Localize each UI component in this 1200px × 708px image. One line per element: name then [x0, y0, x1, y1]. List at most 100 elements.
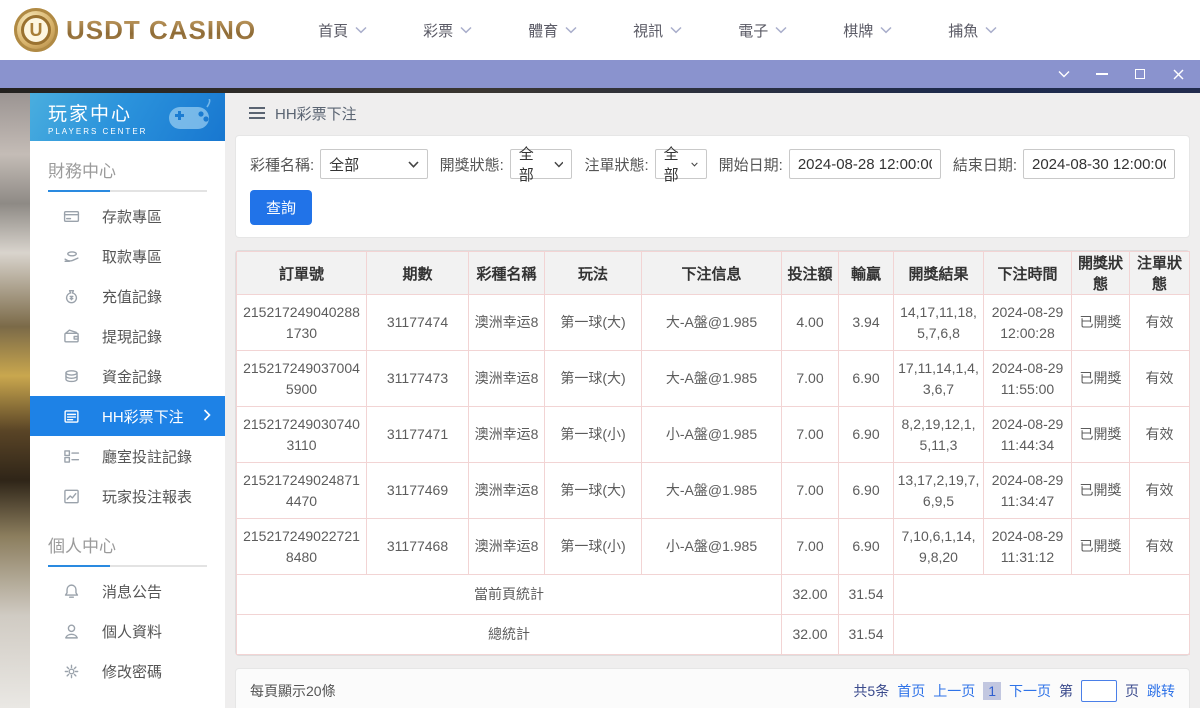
sidebar-item[interactable]: 修改密碼	[30, 651, 225, 691]
lottery-name-label: 彩種名稱:	[250, 154, 314, 175]
menu-toggle-icon[interactable]	[249, 107, 265, 119]
end-date-label: 結束日期:	[953, 154, 1017, 175]
breadcrumb: HH彩票下注	[235, 93, 1190, 133]
page-prefix-label: 第	[1059, 681, 1073, 701]
summary-row: 總統計32.0031.54	[237, 615, 1190, 655]
cell-lottery-name: 澳洲幸运8	[469, 295, 545, 351]
page-number-input[interactable]	[1081, 680, 1117, 702]
nav-item-1[interactable]: 首頁	[318, 20, 367, 41]
sidebar-item-label: 消息公告	[102, 581, 162, 602]
sidebar-item[interactable]: 玩家投注報表	[30, 476, 225, 516]
sidebar-item[interactable]: 消息公告	[30, 571, 225, 611]
cell-bet-amount: 4.00	[782, 295, 839, 351]
start-date-input[interactable]	[789, 149, 941, 179]
cell-order-id: 2152172490402881730	[237, 295, 367, 351]
sidebar-item-label: 廳室投註記錄	[102, 446, 192, 467]
cell-draw-result: 14,17,11,18,5,7,6,8	[894, 295, 984, 351]
background-wallpaper	[0, 93, 30, 708]
cell-order-status: 有效	[1130, 407, 1190, 463]
main-menu: 首頁 彩票 體育 視訊 電子 棋牌 捕魚	[318, 20, 997, 41]
page-suffix-label: 页	[1125, 681, 1139, 701]
nav-item-5[interactable]: 電子	[738, 20, 787, 41]
window-maximize-icon[interactable]	[1132, 66, 1148, 82]
cell-order-id: 2152172490370045900	[237, 351, 367, 407]
summary-bet-total: 32.00	[782, 615, 839, 655]
draw-status-select[interactable]: 全部	[510, 149, 573, 179]
nav-item-label: 電子	[738, 20, 768, 41]
col-header-order-id: 訂單號	[237, 252, 367, 295]
prev-page-link[interactable]: 上一页	[933, 681, 975, 701]
summary-empty	[894, 575, 1190, 615]
table-row: 215217249022721848031177468澳洲幸运8第一球(小)小-…	[237, 519, 1190, 575]
sidebar-item-label: 資金記錄	[102, 366, 162, 387]
nav-item-4[interactable]: 視訊	[633, 20, 682, 41]
order-status-label: 注單狀態:	[584, 154, 648, 175]
col-header-lottery-name: 彩種名稱	[469, 252, 545, 295]
pagination: 共5条 首页 上一页 1 下一页 第 页 跳转	[853, 680, 1175, 702]
table-footer: 每頁顯示20條 共5条 首页 上一页 1 下一页 第 页 跳转	[235, 668, 1190, 708]
window-close-icon[interactable]	[1170, 66, 1186, 82]
cell-lottery-name: 澳洲幸运8	[469, 463, 545, 519]
cell-bet-info: 大-A盤@1.985	[642, 463, 782, 519]
sidebar: 玩家中心 PLAYERS CENTER 財務中心存款專區取款專區充值記錄提現記錄…	[30, 93, 225, 708]
summary-winloss-total: 31.54	[839, 575, 894, 615]
sidebar-item[interactable]: 廳室投註記錄	[30, 436, 225, 476]
first-page-link[interactable]: 首页	[897, 681, 925, 701]
col-header-bet-info: 下注信息	[642, 252, 782, 295]
cell-play-type: 第一球(大)	[545, 351, 642, 407]
chevron-down-icon	[565, 26, 577, 34]
logo-letter: U	[21, 15, 51, 45]
col-header-draw-status: 開獎狀態	[1072, 252, 1130, 295]
lottery-name-select[interactable]: 全部	[320, 149, 427, 179]
end-date-input[interactable]	[1023, 149, 1175, 179]
sidebar-item[interactable]: 個人資料	[30, 611, 225, 651]
window-titlebar	[0, 60, 1200, 88]
page-title: HH彩票下注	[275, 103, 357, 124]
cell-order-status: 有效	[1130, 463, 1190, 519]
cell-period: 31177474	[367, 295, 469, 351]
cell-win-loss: 6.90	[839, 351, 894, 407]
nav-item-3[interactable]: 體育	[528, 20, 577, 41]
nav-item-label: 視訊	[633, 20, 663, 41]
sidebar-item-label: 個人資料	[102, 621, 162, 642]
current-page-badge[interactable]: 1	[983, 682, 1001, 700]
sidebar-item[interactable]: HH彩票下注	[30, 396, 225, 436]
cell-draw-result: 17,11,14,1,4,3,6,7	[894, 351, 984, 407]
per-page-text: 每頁顯示20條	[250, 681, 336, 701]
section-title-1: 財務中心	[30, 141, 225, 190]
col-header-order-status: 注單狀態	[1130, 252, 1190, 295]
cell-win-loss: 6.90	[839, 519, 894, 575]
draw-status-label: 開獎狀態:	[440, 154, 504, 175]
brand-logo[interactable]: U USDT CASINO	[14, 8, 256, 52]
sidebar-item[interactable]: 存款專區	[30, 196, 225, 236]
search-button[interactable]: 查詢	[250, 190, 312, 225]
cell-play-type: 第一球(大)	[545, 463, 642, 519]
sidebar-item[interactable]: 提現記錄	[30, 316, 225, 356]
bets-table: 訂單號期數彩種名稱玩法下注信息投注額輸贏開獎結果下注時間開獎狀態注單狀態 215…	[236, 251, 1190, 655]
app-window: 玩家中心 PLAYERS CENTER 財務中心存款專區取款專區充值記錄提現記錄…	[0, 88, 1200, 708]
order-status-select[interactable]: 全部	[655, 149, 707, 179]
cell-lottery-name: 澳洲幸运8	[469, 351, 545, 407]
window-minimize-icon[interactable]	[1094, 66, 1110, 82]
total-count-text: 共5条	[853, 681, 889, 701]
filter-panel: 彩種名稱: 全部 開獎狀態: 全部 注單狀態: 全部 開始日期: 結束日期:	[235, 135, 1190, 238]
nav-item-6[interactable]: 棋牌	[843, 20, 892, 41]
jump-link[interactable]: 跳转	[1147, 681, 1175, 701]
logo-coin-icon: U	[14, 8, 58, 52]
sidebar-item-label: 修改密碼	[102, 661, 162, 682]
nav-item-2[interactable]: 彩票	[423, 20, 472, 41]
sidebar-item[interactable]: 充值記錄	[30, 276, 225, 316]
sidebar-item[interactable]: 取款專區	[30, 236, 225, 276]
cell-bet-amount: 7.00	[782, 351, 839, 407]
cell-bet-amount: 7.00	[782, 463, 839, 519]
nav-item-7[interactable]: 捕魚	[948, 20, 997, 41]
summary-empty	[894, 615, 1190, 655]
table-row: 215217249037004590031177473澳洲幸运8第一球(大)大-…	[237, 351, 1190, 407]
sidebar-item[interactable]: 資金記錄	[30, 356, 225, 396]
window-dropdown-icon[interactable]	[1056, 66, 1072, 82]
cell-bet-info: 小-A盤@1.985	[642, 407, 782, 463]
cell-period: 31177473	[367, 351, 469, 407]
next-page-link[interactable]: 下一页	[1009, 681, 1051, 701]
section-title-2: 個人中心	[30, 516, 225, 565]
cell-bet-time: 2024-08-29 11:34:47	[984, 463, 1072, 519]
